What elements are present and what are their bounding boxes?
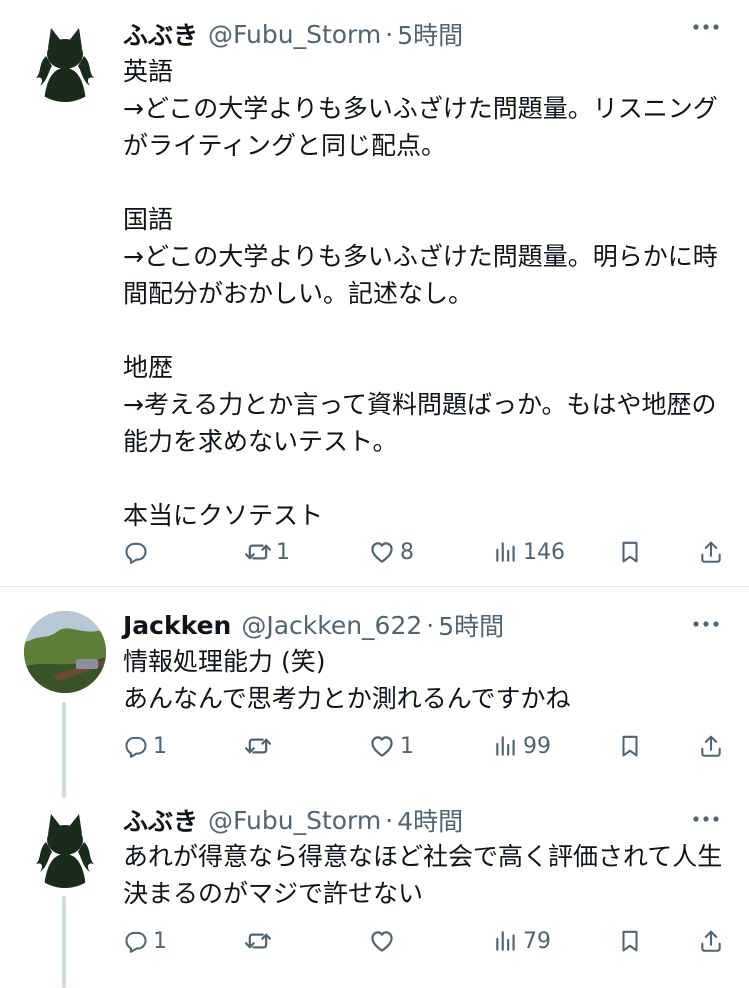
display-name[interactable]: ふぶき: [123, 16, 198, 52]
like-count: 8: [400, 539, 414, 565]
separator-dot: ·: [385, 19, 394, 49]
retweet-button[interactable]: [244, 729, 276, 763]
views-chart-icon: [493, 928, 519, 954]
timestamp[interactable]: 5時間: [397, 16, 463, 52]
share-button[interactable]: [698, 535, 724, 569]
reply-icon: [123, 733, 149, 759]
views-button[interactable]: 79: [493, 924, 551, 958]
tweet[interactable]: ふぶき @Fubu_Storm · 4時間 あれが得意なら得意なほど社会で高く評…: [0, 790, 749, 988]
tweet[interactable]: ふぶき @Fubu_Storm · 5時間 英語 →どこの大学よりも多いふざけた…: [0, 0, 749, 585]
more-horizontal-icon[interactable]: [691, 22, 721, 32]
action-bar: 1 1 99: [123, 729, 733, 763]
views-button[interactable]: 99: [493, 729, 551, 763]
like-button[interactable]: 8: [368, 535, 414, 569]
retweet-count: 1: [276, 539, 290, 565]
tweet-header: Jackken @Jackken_622 · 5時間: [123, 605, 504, 645]
reply-button[interactable]: 1: [123, 924, 167, 958]
share-icon: [698, 928, 724, 954]
view-count: 79: [523, 928, 551, 954]
share-button[interactable]: [698, 924, 724, 958]
tweet-text: あれが得意なら得意なほど社会で高く評価されて人生決まるのがマジで許せない: [123, 842, 723, 908]
user-handle[interactable]: @Fubu_Storm: [208, 20, 381, 49]
retweet-button[interactable]: 1: [244, 535, 290, 569]
tweet-text: 情報処理能力 (笑) あんなんで思考力とか測れるんですかね: [123, 647, 571, 713]
avatar[interactable]: [24, 806, 106, 888]
bookmark-icon: [617, 733, 643, 759]
display-name[interactable]: ふぶき: [123, 802, 198, 838]
reply-button[interactable]: [123, 535, 153, 569]
tweet[interactable]: Jackken @Jackken_622 · 5時間 情報処理能力 (笑) あん…: [0, 595, 749, 795]
tweet-text: 英語 →どこの大学よりも多いふざけた問題量。リスニングがライティングと同じ配点。…: [123, 57, 718, 530]
retweet-icon: [244, 732, 272, 760]
bookmark-button[interactable]: [617, 924, 643, 958]
user-handle[interactable]: @Fubu_Storm: [208, 806, 381, 835]
views-chart-icon: [493, 733, 519, 759]
bookmark-icon: [617, 928, 643, 954]
views-chart-icon: [493, 539, 519, 565]
avatar[interactable]: [24, 611, 106, 693]
display-name[interactable]: Jackken: [123, 611, 231, 640]
view-count: 146: [523, 539, 565, 565]
reply-icon: [123, 928, 149, 954]
bookmark-icon: [617, 539, 643, 565]
landscape-photo-icon: [24, 611, 106, 693]
share-button[interactable]: [698, 729, 724, 763]
like-button[interactable]: [368, 924, 400, 958]
reply-icon: [123, 539, 149, 565]
cat-silhouette-icon: [24, 806, 106, 888]
like-count: 1: [400, 733, 414, 759]
bookmark-button[interactable]: [617, 729, 643, 763]
reply-count: 1: [153, 733, 167, 759]
heart-icon: [368, 927, 396, 955]
separator-dot: ·: [385, 805, 394, 835]
separator-dot: ·: [426, 610, 435, 640]
thread-connector: [62, 702, 66, 798]
view-count: 99: [523, 733, 551, 759]
heart-icon: [368, 538, 396, 566]
retweet-icon: [244, 538, 272, 566]
retweet-icon: [244, 927, 272, 955]
cat-silhouette-icon: [24, 20, 106, 102]
share-icon: [698, 733, 724, 759]
bookmark-button[interactable]: [617, 535, 643, 569]
views-button[interactable]: 146: [493, 535, 565, 569]
more-horizontal-icon[interactable]: [691, 619, 721, 629]
tweet-header: ふぶき @Fubu_Storm · 4時間: [123, 800, 463, 840]
action-bar: 1 79: [123, 924, 733, 958]
timestamp[interactable]: 5時間: [438, 607, 504, 643]
reply-button[interactable]: 1: [123, 729, 167, 763]
retweet-button[interactable]: [244, 924, 276, 958]
reply-count: 1: [153, 928, 167, 954]
divider: [0, 586, 749, 587]
like-button[interactable]: 1: [368, 729, 414, 763]
user-handle[interactable]: @Jackken_622: [241, 611, 422, 640]
action-bar: 1 8 146: [123, 535, 733, 569]
heart-icon: [368, 732, 396, 760]
share-icon: [698, 539, 724, 565]
avatar[interactable]: [24, 20, 106, 102]
more-horizontal-icon[interactable]: [691, 814, 721, 824]
timestamp[interactable]: 4時間: [397, 802, 463, 838]
tweet-header: ふぶき @Fubu_Storm · 5時間: [123, 14, 463, 54]
thread-connector: [62, 896, 66, 988]
